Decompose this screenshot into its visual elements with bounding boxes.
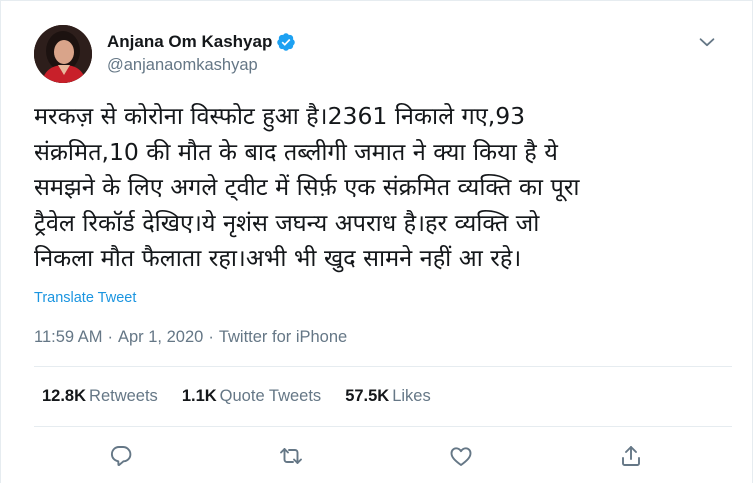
retweet-button[interactable] <box>276 441 306 471</box>
avatar[interactable] <box>34 25 92 83</box>
likes-label: Likes <box>392 387 431 405</box>
tweet-date[interactable]: Apr 1, 2020 <box>118 328 203 347</box>
like-icon <box>450 447 472 466</box>
tweet-card: Anjana Om Kashyap @anjanaomkashyap मरकज़… <box>0 0 753 483</box>
author-names: Anjana Om Kashyap @anjanaomkashyap <box>107 30 296 75</box>
quote-tweets-label: Quote Tweets <box>219 387 322 405</box>
author-handle[interactable]: @anjanaomkashyap <box>107 56 296 75</box>
display-name[interactable]: Anjana Om Kashyap <box>107 32 272 52</box>
like-button[interactable] <box>446 441 476 471</box>
meta-separator: · <box>208 328 214 346</box>
meta-separator: · <box>107 328 114 346</box>
retweets-label: Retweets <box>89 387 158 405</box>
tweet-source[interactable]: Twitter for iPhone <box>219 328 347 347</box>
display-name-row: Anjana Om Kashyap <box>107 30 296 54</box>
avatar-image <box>34 25 92 83</box>
divider <box>34 426 732 427</box>
retweets-stat[interactable]: 12.8K Retweets <box>42 387 158 406</box>
chevron-down-icon[interactable] <box>696 31 718 53</box>
tweet-text: मरकज़ से कोरोना विस्फोट हुआ है।2361 निका… <box>34 102 580 272</box>
quote-tweets-count: 1.1K <box>181 387 217 405</box>
share-button[interactable] <box>616 441 646 471</box>
tweet-stats: 12.8K Retweets 1.1K Quote Tweets 57.5K Like… <box>42 387 431 406</box>
reply-icon <box>110 446 132 467</box>
tweet-header: Anjana Om Kashyap @anjanaomkashyap <box>34 21 732 85</box>
likes-stat[interactable]: 57.5K Likes <box>345 387 431 406</box>
tweet-time[interactable]: 11:59 AM <box>34 328 103 347</box>
share-icon <box>622 446 640 466</box>
reply-button[interactable] <box>106 441 136 471</box>
quote-tweets-stat[interactable]: 1.1K Quote Tweets <box>182 387 321 406</box>
retweets-count: 12.8K <box>42 387 87 405</box>
translate-tweet-link[interactable]: Translate Tweet <box>34 290 136 306</box>
tweet-actions <box>34 441 732 471</box>
likes-count: 57.5K <box>345 387 390 405</box>
tweet-meta: 11:59 AM · Apr 1, 2020 · Twitter for iPh… <box>34 328 347 347</box>
verified-badge-icon <box>276 32 296 52</box>
retweet-icon <box>280 448 302 464</box>
divider <box>34 366 732 367</box>
